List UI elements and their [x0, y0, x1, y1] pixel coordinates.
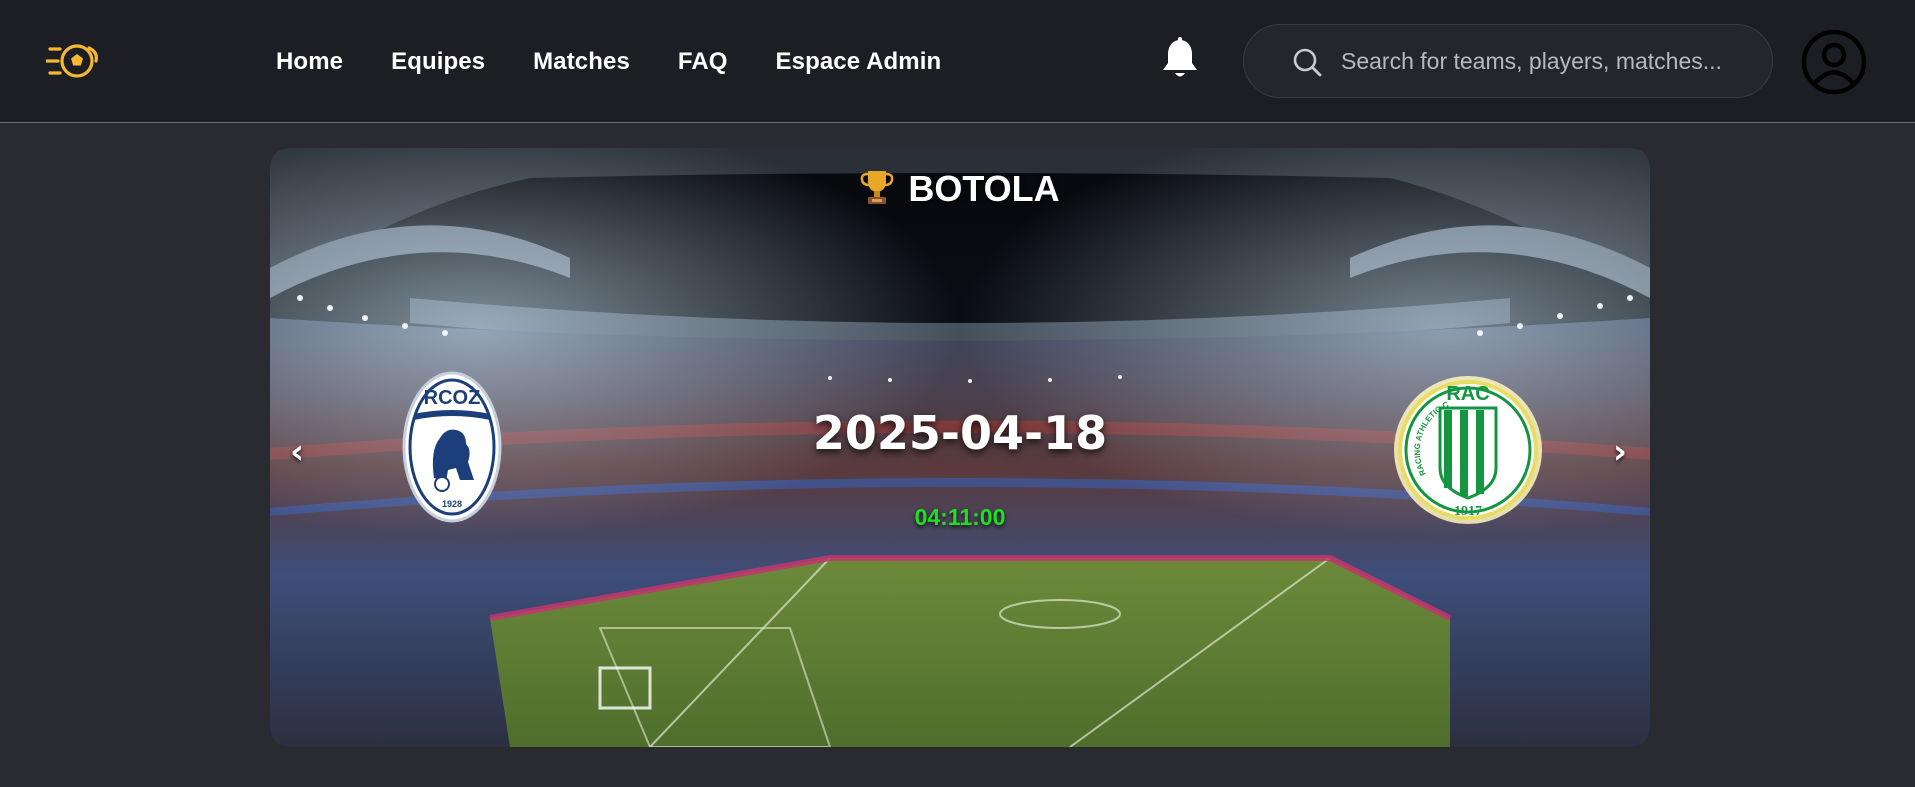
bell-icon[interactable] [1160, 37, 1200, 81]
match-carousel: BOTOLA RCOZ 1928 2025-04-18 04:11:00 RAC… [270, 148, 1650, 747]
search-bar [1243, 24, 1773, 98]
league-title: BOTOLA [270, 168, 1650, 210]
user-circle-icon[interactable] [1801, 29, 1867, 95]
search-icon[interactable] [1292, 47, 1322, 77]
away-team-founded: 1917 [1454, 504, 1482, 519]
league-name: BOTOLA [908, 168, 1060, 209]
nav-link-matches[interactable]: Matches [533, 48, 630, 76]
nav-link-espace-admin[interactable]: Espace Admin [776, 48, 942, 76]
away-team-logo[interactable]: RAC RACING ATHLETIC CLUB 1917 [1388, 370, 1548, 530]
main-nav: Home Equipes Matches FAQ Espace Admin [276, 0, 941, 123]
trophy-icon [860, 171, 894, 204]
nav-link-home[interactable]: Home [276, 48, 343, 76]
carousel-prev-button[interactable]: ‹ [282, 432, 312, 472]
carousel-next-button[interactable]: › [1605, 432, 1635, 472]
top-navbar: Home Equipes Matches FAQ Espace Admin [0, 0, 1915, 123]
nav-link-faq[interactable]: FAQ [678, 48, 728, 76]
search-input[interactable] [1341, 25, 1751, 97]
away-team-short-name: RAC [1446, 383, 1489, 405]
logo-icon[interactable] [46, 38, 100, 84]
nav-link-equipes[interactable]: Equipes [391, 48, 485, 76]
